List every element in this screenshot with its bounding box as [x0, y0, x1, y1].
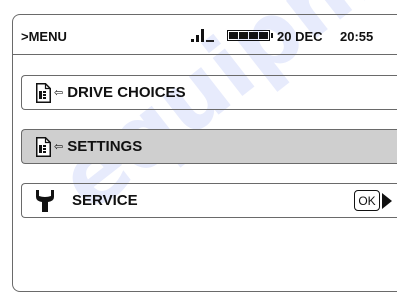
ok-button[interactable]: OK [354, 190, 380, 211]
arrow-left-icon: ⇦ [54, 87, 64, 99]
arrow-left-icon: ⇦ [54, 141, 64, 153]
device-screen: >MENU 20 DEC 20:55 ⇦ DRIVE CHOICES ⇦ SET… [12, 14, 397, 292]
status-time: 20:55 [340, 29, 374, 44]
menu-title: >MENU [21, 29, 67, 44]
menu-item-service[interactable]: SERVICE OK [21, 183, 397, 218]
status-bar: >MENU 20 DEC 20:55 [13, 15, 397, 55]
play-arrow-icon [382, 193, 392, 209]
menu-item-settings[interactable]: ⇦ SETTINGS [21, 129, 397, 164]
document-icon [36, 82, 51, 103]
status-date: 20 DEC [277, 29, 323, 44]
menu-item-label: SETTINGS [67, 138, 143, 155]
document-icon [36, 136, 51, 157]
menu-item-drive-choices[interactable]: ⇦ DRIVE CHOICES [21, 75, 397, 110]
wrench-icon [36, 189, 54, 212]
menu-item-label: DRIVE CHOICES [67, 84, 186, 101]
battery-icon [227, 30, 273, 41]
signal-strength-icon [191, 29, 215, 42]
menu-item-label: SERVICE [72, 192, 138, 209]
